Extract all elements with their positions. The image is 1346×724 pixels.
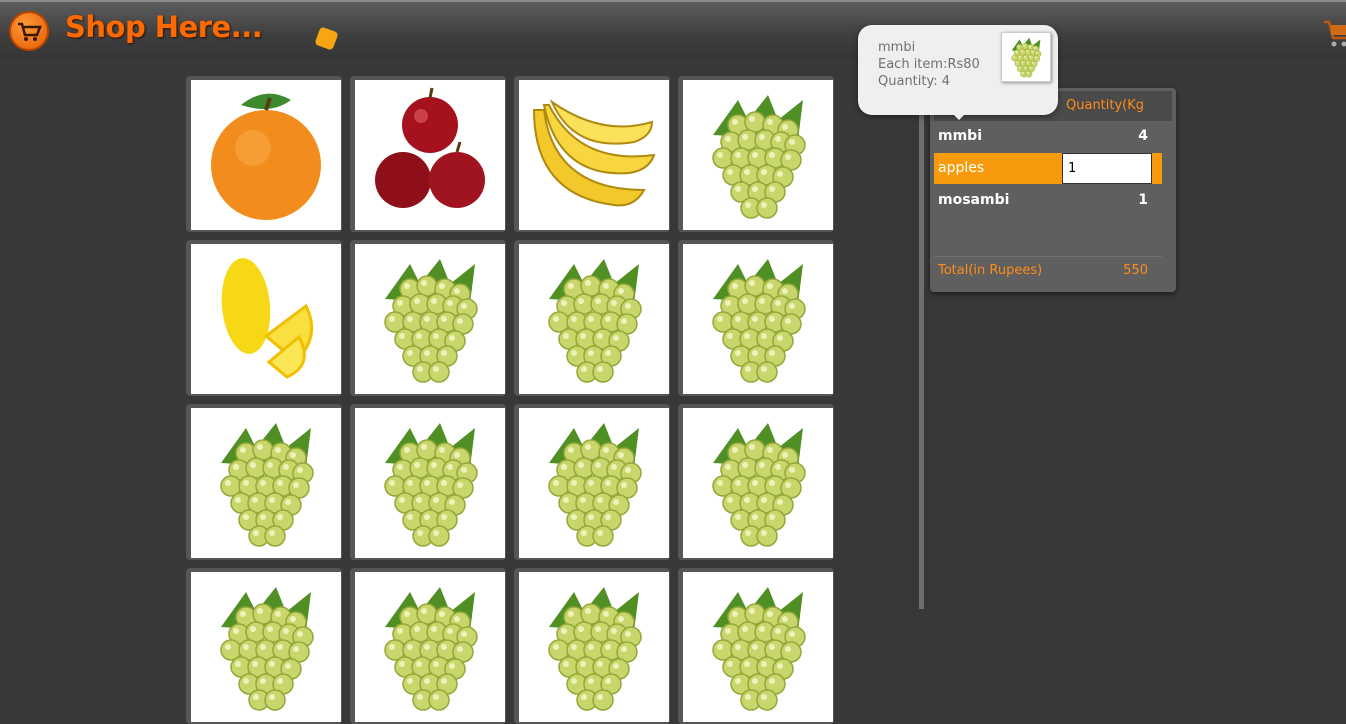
product-tile-banana[interactable]: [514, 76, 670, 232]
cart-panel: Quantity(Kg mmbi 4 apples mosambi 1 Tota…: [930, 88, 1176, 292]
grapes-icon: [355, 244, 505, 394]
product-grid: [186, 76, 838, 616]
grapes-icon: [355, 408, 505, 558]
product-tile-grapes[interactable]: [350, 404, 506, 560]
product-tile-grapes[interactable]: [186, 404, 342, 560]
tooltip-product-name: mmbi: [878, 40, 915, 55]
tag-icon[interactable]: [314, 26, 338, 50]
tooltip-quantity: Quantity: 4: [878, 74, 950, 89]
tooltip-grapes-thumbnail: [1001, 32, 1051, 82]
grapes-icon: [191, 408, 341, 558]
cart-icon[interactable]: [1322, 16, 1346, 54]
orange-icon: [191, 80, 341, 230]
tooltip-arrow: [952, 113, 966, 120]
product-tile-grapes[interactable]: [514, 240, 670, 396]
grapes-icon: [683, 408, 833, 558]
grapes-icon: [519, 408, 669, 558]
cart-row[interactable]: mosambi 1: [934, 185, 1162, 216]
product-tile-grapes[interactable]: [678, 76, 834, 232]
product-tile-grapes[interactable]: [678, 404, 834, 560]
grapes-icon: [191, 572, 341, 722]
cart-row-selected[interactable]: apples: [934, 153, 1162, 184]
grapes-icon: [519, 572, 669, 722]
product-tile-grapes[interactable]: [186, 568, 342, 724]
product-tooltip: mmbi Each item:Rs80 Quantity: 4: [858, 25, 1058, 115]
grapes-icon: [683, 572, 833, 722]
quantity-input[interactable]: [1062, 153, 1152, 184]
banana-icon: [519, 80, 669, 230]
product-tile-grapes[interactable]: [350, 240, 506, 396]
shopping-cart-logo-icon: [9, 11, 49, 51]
cart-row[interactable]: mmbi 4: [934, 121, 1162, 152]
product-tile-grapes[interactable]: [514, 404, 670, 560]
site-title[interactable]: Shop Here...: [65, 10, 262, 44]
scrollbar-thumb[interactable]: [919, 69, 924, 609]
quantity-header: Quantity(Kg: [1066, 98, 1144, 113]
product-tile-orange[interactable]: [186, 76, 342, 232]
cart-item-name: mmbi: [938, 128, 982, 144]
product-tile-apples[interactable]: [350, 76, 506, 232]
product-tile-grapes[interactable]: [678, 240, 834, 396]
cart-item-name: apples: [938, 160, 984, 176]
product-tile-grapes[interactable]: [350, 568, 506, 724]
grapes-icon: [683, 244, 833, 394]
cart-total: Total(in Rupees) 550: [934, 256, 1162, 282]
scrollbar[interactable]: [919, 59, 924, 609]
header-bar: Shop Here...: [0, 0, 1346, 59]
grapes-icon: [519, 244, 669, 394]
tooltip-price: Each item:Rs80: [878, 57, 980, 72]
product-tile-grapes[interactable]: [514, 568, 670, 724]
apples-icon: [355, 80, 505, 230]
cart-item-name: mosambi: [938, 192, 1009, 208]
cart-item-quantity: 1: [1138, 192, 1148, 208]
product-tile-grapes[interactable]: [678, 568, 834, 724]
lemon-icon: [191, 244, 341, 394]
total-label: Total(in Rupees): [938, 263, 1042, 278]
total-value: 550: [1123, 263, 1148, 278]
grapes-icon: [683, 80, 833, 230]
grapes-icon: [355, 572, 505, 722]
cart-item-quantity: 4: [1138, 128, 1148, 144]
product-tile-lemon[interactable]: [186, 240, 342, 396]
